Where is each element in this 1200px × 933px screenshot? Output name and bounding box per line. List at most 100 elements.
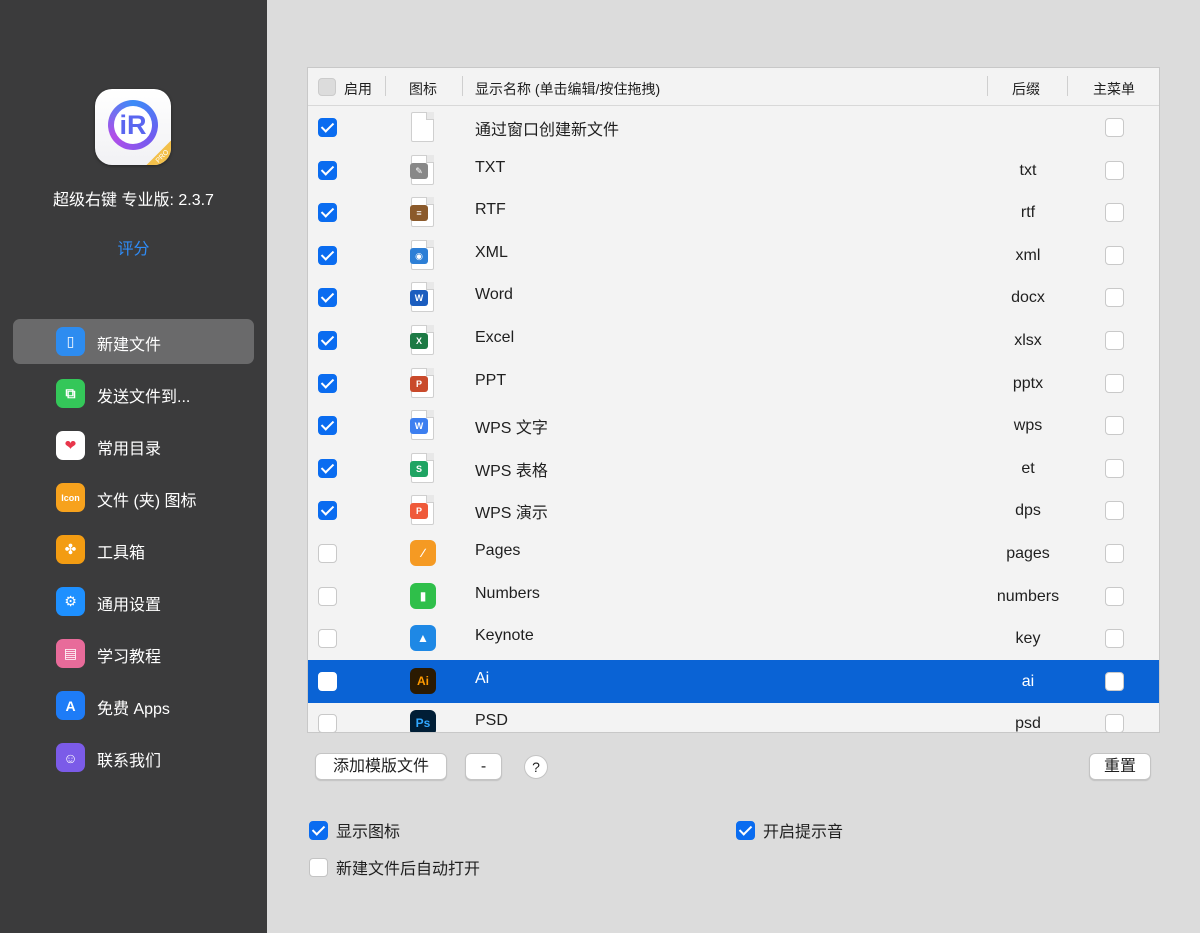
main-menu-checkbox[interactable]: [1105, 203, 1124, 223]
header-icon: 图标: [409, 81, 437, 97]
table-row[interactable]: W WPS 文字 wps: [308, 404, 1159, 447]
table-row[interactable]: X Excel xlsx: [308, 319, 1159, 362]
reset-button[interactable]: 重置: [1089, 753, 1151, 780]
table-row[interactable]: P PPT pptx: [308, 362, 1159, 405]
main-menu-checkbox[interactable]: [1105, 714, 1124, 732]
row-suffix: pptx: [1012, 374, 1044, 392]
sidebar-item-5[interactable]: ⚙ 通用设置: [13, 579, 254, 624]
photoshop-icon: Ps: [409, 708, 436, 732]
enable-checkbox[interactable]: [318, 118, 337, 137]
main-menu-checkbox[interactable]: [1105, 245, 1124, 265]
sidebar-item-0[interactable]: ▯ 新建文件: [13, 319, 254, 364]
table-row[interactable]: ▮ Numbers numbers: [308, 575, 1159, 618]
sidebar-item-8[interactable]: ☺ 联系我们: [13, 735, 254, 780]
row-display-name[interactable]: Numbers: [475, 585, 540, 603]
select-all-checkbox[interactable]: [318, 78, 336, 96]
table-row[interactable]: P WPS 演示 dps: [308, 489, 1159, 532]
sidebar-item-6[interactable]: ▤ 学习教程: [13, 631, 254, 676]
main-menu-checkbox[interactable]: [1105, 458, 1124, 478]
table-row[interactable]: ▲ Keynote key: [308, 617, 1159, 660]
table-row[interactable]: 通过窗口创建新文件: [308, 106, 1159, 149]
illustrator-icon: Ai: [409, 666, 436, 697]
table-row[interactable]: Ps PSD psd: [308, 702, 1159, 733]
enable-checkbox[interactable]: [318, 501, 337, 521]
sidebar-item-4[interactable]: ✤ 工具箱: [13, 527, 254, 572]
enable-checkbox[interactable]: [318, 203, 337, 223]
main-menu-checkbox[interactable]: [1105, 118, 1124, 137]
main-menu-checkbox[interactable]: [1105, 288, 1124, 308]
sidebar-item-label: 文件 (夹) 图标: [97, 493, 197, 510]
enable-checkbox[interactable]: [318, 714, 337, 732]
row-display-name[interactable]: Word: [475, 286, 513, 304]
header-enabled: 启用: [344, 81, 372, 97]
enable-checkbox[interactable]: [318, 373, 337, 393]
main-menu-checkbox[interactable]: [1105, 501, 1124, 521]
sidebar-item-1[interactable]: ⧉ 发送文件到...: [13, 371, 254, 416]
row-suffix: xlsx: [1014, 332, 1042, 349]
row-display-name[interactable]: RTF: [475, 201, 506, 219]
rate-link[interactable]: 评分: [0, 235, 267, 259]
wps-writer-icon: W: [409, 410, 436, 441]
enable-checkbox[interactable]: [318, 245, 337, 265]
row-display-name[interactable]: Keynote: [475, 627, 534, 645]
enable-checkbox[interactable]: [318, 331, 337, 350]
table-row[interactable]: S WPS 表格 et: [308, 447, 1159, 490]
enable-checkbox[interactable]: [318, 416, 337, 436]
row-display-name[interactable]: PPT: [475, 372, 506, 390]
row-display-name[interactable]: TXT: [475, 159, 505, 177]
sidebar-item-7[interactable]: A 免费 Apps: [13, 683, 254, 728]
table-row[interactable]: ∕ Pages pages: [308, 532, 1159, 575]
table-row[interactable]: ◉ XML xml: [308, 234, 1159, 277]
wps-sheet-icon: S: [409, 452, 436, 484]
main-menu-checkbox[interactable]: [1105, 586, 1124, 606]
row-display-name[interactable]: XML: [475, 244, 508, 262]
sidebar-item-2[interactable]: ❤ 常用目录: [13, 423, 254, 468]
row-display-name[interactable]: WPS 表格: [475, 457, 548, 481]
row-display-name[interactable]: Excel: [475, 329, 514, 347]
enable-checkbox[interactable]: [318, 671, 337, 691]
enable-checkbox[interactable]: [318, 544, 337, 563]
sidebar-item-label: 学习教程: [97, 649, 162, 666]
row-suffix: psd: [1015, 715, 1041, 733]
row-display-name[interactable]: Ai: [475, 670, 489, 688]
main-menu-checkbox[interactable]: [1105, 331, 1124, 350]
row-display-name[interactable]: PSD: [475, 712, 508, 730]
table-row[interactable]: W Word docx: [308, 276, 1159, 319]
enable-checkbox[interactable]: [318, 586, 337, 606]
main-menu-checkbox[interactable]: [1105, 160, 1124, 180]
sound-checkbox[interactable]: [736, 820, 755, 840]
table-row[interactable]: ✎ TXT txt: [308, 149, 1159, 192]
help-button[interactable]: ?: [524, 755, 548, 779]
sidebar-item-3[interactable]: Icon 文件 (夹) 图标: [13, 475, 254, 520]
main-menu-checkbox[interactable]: [1105, 671, 1124, 691]
row-display-name[interactable]: 通过窗口创建新文件: [475, 116, 619, 140]
main-menu-checkbox[interactable]: [1105, 629, 1124, 649]
main-menu-checkbox[interactable]: [1105, 416, 1124, 436]
enable-checkbox[interactable]: [318, 288, 337, 308]
tutorial-icon: ▤: [56, 639, 85, 668]
auto-open-checkbox[interactable]: [309, 857, 328, 877]
new-file-icon: ▯: [56, 327, 85, 356]
add-template-button[interactable]: 添加模版文件: [315, 753, 447, 780]
blank-file-icon: [409, 112, 436, 143]
xml-file-icon: ◉: [409, 239, 436, 271]
option-auto-open[interactable]: 新建文件后自动打开: [309, 855, 480, 879]
enable-checkbox[interactable]: [318, 458, 337, 478]
numbers-icon: ▮: [409, 581, 436, 612]
row-suffix: ai: [1021, 672, 1035, 690]
row-display-name[interactable]: WPS 演示: [475, 499, 548, 523]
main-menu-checkbox[interactable]: [1105, 544, 1124, 563]
table-row[interactable]: Ai Ai ai: [308, 659, 1159, 703]
row-suffix: wps: [1013, 417, 1043, 435]
enable-checkbox[interactable]: [318, 629, 337, 649]
enable-checkbox[interactable]: [318, 160, 337, 180]
main-menu-checkbox[interactable]: [1105, 373, 1124, 393]
gear-icon: ⚙: [56, 587, 85, 616]
option-sound[interactable]: 开启提示音: [736, 818, 843, 842]
row-display-name[interactable]: WPS 文字: [475, 414, 548, 438]
row-display-name[interactable]: Pages: [475, 542, 520, 560]
remove-button[interactable]: -: [465, 753, 502, 780]
table-row[interactable]: ≡ RTF rtf: [308, 191, 1159, 234]
show-icon-checkbox[interactable]: [309, 820, 328, 840]
option-show-icon[interactable]: 显示图标: [309, 818, 400, 842]
